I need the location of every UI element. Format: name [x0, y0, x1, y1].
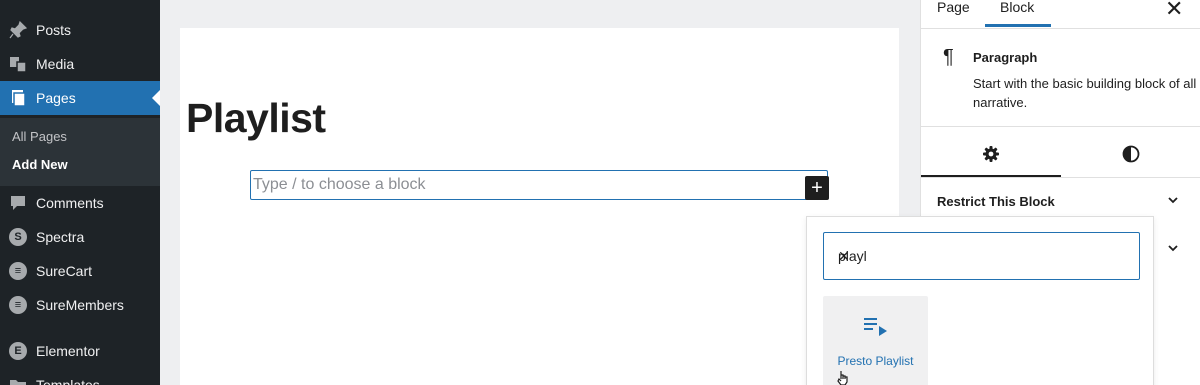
sidebar-item-media[interactable]: Media	[0, 47, 160, 81]
spectra-icon: S	[0, 228, 36, 246]
sidebar-item-spectra[interactable]: S Spectra	[0, 220, 160, 254]
paragraph-block-input[interactable]: Type / to choose a block	[250, 170, 828, 200]
sidebar-item-elementor[interactable]: E Elementor	[0, 334, 160, 368]
sidebar-item-label: Pages	[36, 90, 76, 106]
pages-icon	[0, 89, 36, 107]
comment-icon	[0, 194, 36, 212]
admin-sidebar: Posts Media Pages All Pages Add New Comm…	[0, 0, 160, 385]
page-title[interactable]: Playlist	[186, 95, 326, 142]
pages-submenu: All Pages Add New	[0, 118, 160, 186]
divider	[921, 126, 1200, 127]
sidebar-item-label: SureMembers	[36, 297, 124, 313]
sidebar-item-label: Media	[36, 56, 75, 72]
tab-block[interactable]: Block	[1000, 0, 1034, 27]
sidebar-item-comments[interactable]: Comments	[0, 186, 160, 220]
tab-page[interactable]: Page	[937, 0, 970, 27]
surecart-icon: ≡	[0, 262, 36, 280]
paragraph-icon: ¶	[943, 46, 954, 68]
chevron-down-icon[interactable]	[1167, 242, 1179, 257]
block-result-label: Presto Playlist	[837, 354, 914, 368]
chevron-down-icon[interactable]	[1167, 194, 1179, 209]
sidebar-item-label: Elementor	[36, 343, 100, 359]
sidebar-item-label: Posts	[36, 22, 72, 38]
block-inserter-button[interactable]: +	[805, 176, 829, 200]
block-description: Start with the basic building block of a…	[973, 76, 1197, 110]
media-icon	[0, 55, 36, 73]
block-search-input[interactable]: playl ✕	[823, 232, 1140, 280]
folder-icon	[0, 376, 36, 385]
sidebar-item-label: Templates	[36, 377, 100, 385]
sidebar-item-label: Spectra	[36, 229, 85, 245]
editor-canvas	[180, 28, 899, 385]
sidebar-item-label: SureCart	[36, 263, 93, 279]
block-placeholder: Type / to choose a block	[253, 176, 426, 193]
clear-search-button[interactable]: ✕	[838, 248, 850, 265]
elementor-icon: E	[0, 342, 36, 360]
submenu-add-new[interactable]: Add New	[12, 157, 68, 172]
styles-contrast-icon[interactable]	[1121, 144, 1141, 164]
active-tab-indicator	[985, 24, 1051, 27]
sidebar-item-pages[interactable]: Pages	[0, 81, 160, 115]
sidebar-item-label: Comments	[36, 195, 104, 211]
submenu-all-pages[interactable]: All Pages	[12, 129, 67, 144]
suremembers-icon: ≡	[0, 296, 36, 314]
block-inserter-popover: playl ✕ Presto Playlist	[806, 216, 1154, 385]
block-name: Paragraph	[973, 50, 1038, 65]
settings-gear-icon[interactable]	[981, 144, 1001, 164]
divider	[921, 28, 1200, 29]
restrict-block-panel-title[interactable]: Restrict This Block	[937, 194, 1055, 209]
close-inspector-button[interactable]: ✕	[1165, 0, 1183, 22]
pointer-hand-icon	[835, 370, 851, 385]
pin-icon	[0, 21, 36, 39]
divider	[921, 177, 1200, 178]
sidebar-item-posts[interactable]: Posts	[0, 13, 160, 47]
sidebar-item-suremembers[interactable]: ≡ SureMembers	[0, 288, 160, 322]
sidebar-item-surecart[interactable]: ≡ SureCart	[0, 254, 160, 288]
playlist-icon	[864, 316, 888, 343]
sidebar-item-templates[interactable]: Templates	[0, 368, 160, 385]
